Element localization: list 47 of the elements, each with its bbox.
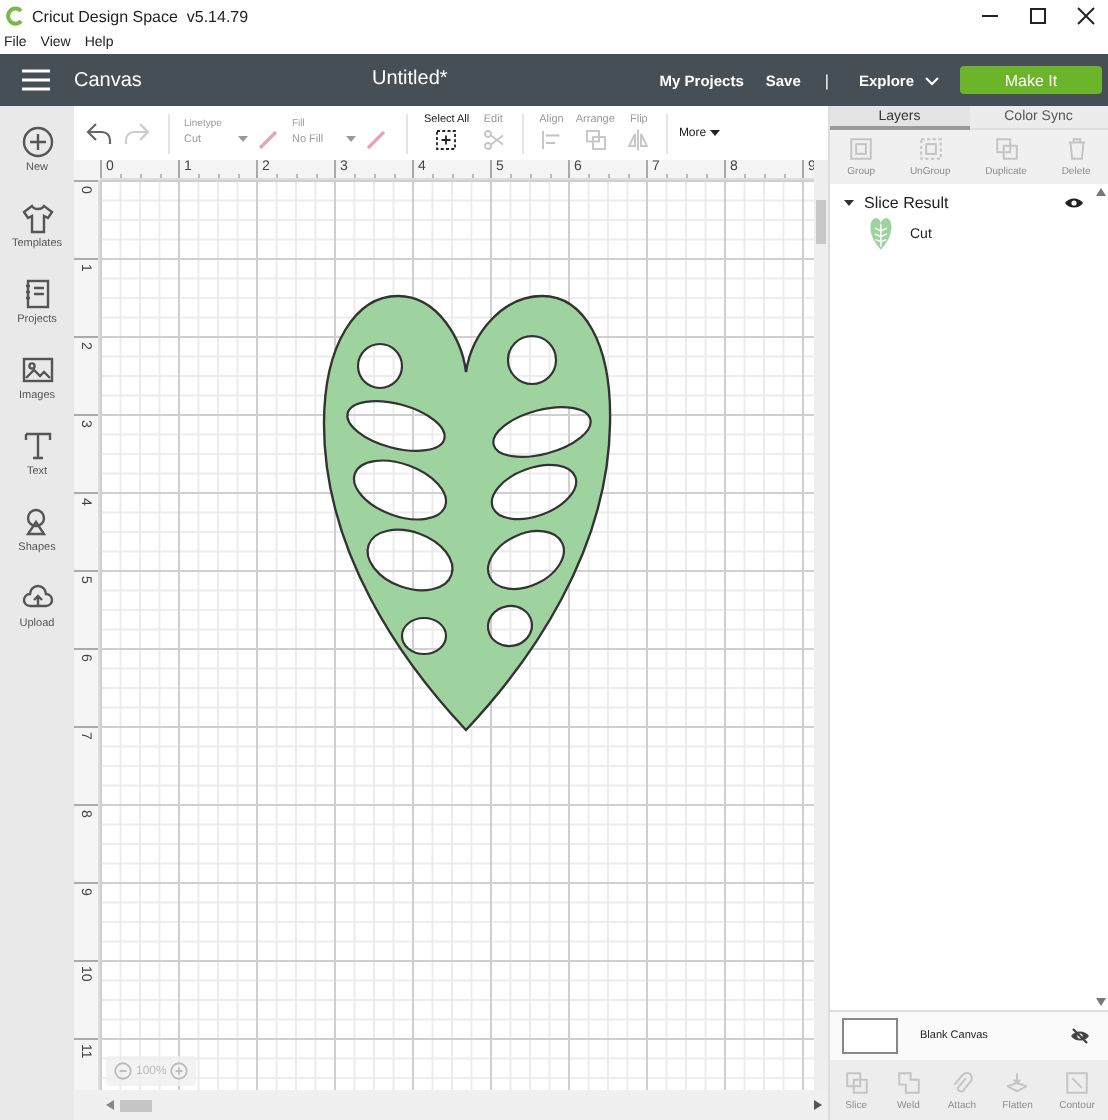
section-title: Canvas <box>74 69 142 91</box>
separator: | <box>824 71 829 89</box>
align-icon <box>539 128 564 152</box>
letter-t-icon <box>21 430 53 462</box>
contour-icon <box>1064 1069 1090 1095</box>
scroll-right-icon[interactable] <box>814 1100 822 1110</box>
duplicate-icon <box>993 136 1020 162</box>
layer-group-row[interactable]: Slice Result <box>830 192 1108 214</box>
scroll-down-icon[interactable] <box>1096 998 1106 1006</box>
flip-icon <box>626 128 651 152</box>
trash-icon <box>1063 136 1090 162</box>
window-title: Cricut Design Space v5.14.79 <box>32 7 249 25</box>
app-logo-icon <box>6 6 26 26</box>
arrange-icon <box>583 128 608 152</box>
canvas-swatch[interactable] <box>842 1018 898 1054</box>
notebook-icon <box>21 278 53 310</box>
close-icon[interactable] <box>1076 6 1096 26</box>
scroll-left-icon[interactable] <box>106 1100 114 1110</box>
weld-icon <box>895 1069 922 1095</box>
project-title: Untitled* <box>372 68 448 90</box>
scrollbar[interactable] <box>814 160 828 1090</box>
flatten-icon <box>1004 1069 1031 1095</box>
group-icon <box>848 136 875 162</box>
caret-icon <box>710 130 721 136</box>
ungroup-icon <box>917 136 944 162</box>
chevron-down-icon <box>924 75 940 85</box>
scissors-icon <box>481 128 506 152</box>
undo-icon[interactable] <box>86 121 114 145</box>
select-all-icon <box>434 128 459 152</box>
eye-icon[interactable] <box>1064 196 1084 210</box>
scroll-thumb[interactable] <box>120 1099 152 1111</box>
slice-icon <box>843 1069 870 1095</box>
leaf-heart-shape[interactable] <box>322 292 614 736</box>
caret-icon[interactable] <box>844 198 854 208</box>
paperclip-icon <box>948 1069 975 1095</box>
shirt-icon <box>21 202 53 234</box>
plus-circle-icon <box>21 126 53 158</box>
scrollbar[interactable] <box>100 1090 828 1120</box>
caret-icon <box>238 136 248 142</box>
menu-icon[interactable] <box>20 68 52 92</box>
maximize-icon[interactable] <box>1028 6 1048 26</box>
scroll-thumb[interactable] <box>816 200 826 244</box>
image-icon <box>21 354 53 386</box>
leaf-thumbnail-icon <box>870 218 892 250</box>
scroll-up-icon[interactable] <box>1096 188 1106 196</box>
eye-hidden-icon[interactable] <box>1070 1028 1090 1044</box>
caret-icon <box>346 136 356 142</box>
